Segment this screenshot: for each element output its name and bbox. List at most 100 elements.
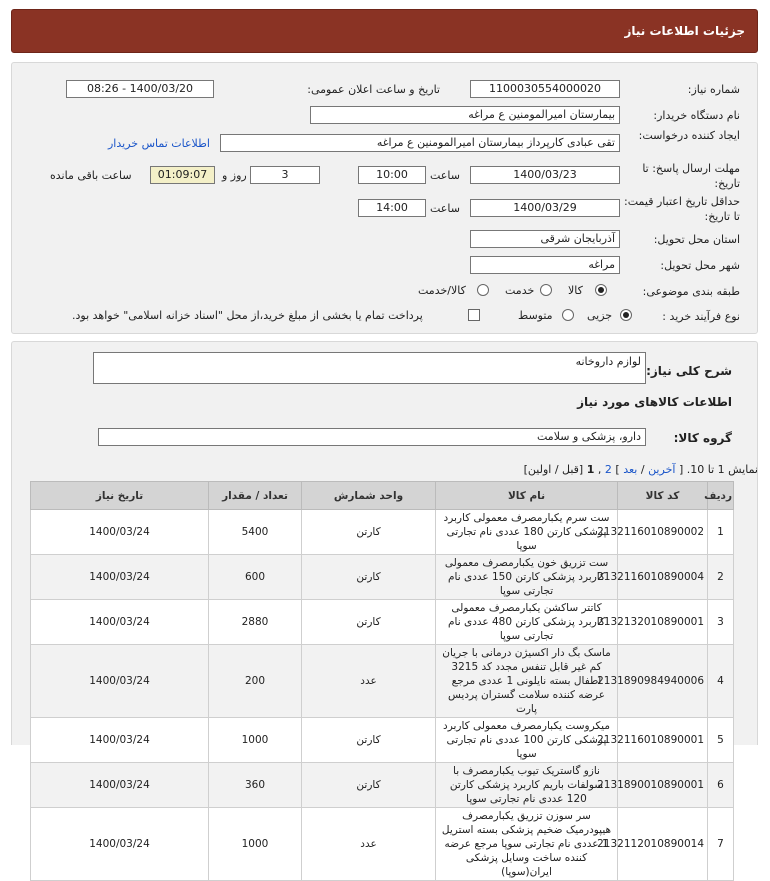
row-unit: عدد [301, 807, 436, 881]
row-name: نازو گاستریک تیوب یکبارمصرف با سولفات با… [435, 762, 618, 808]
header-code: کد کالا [617, 481, 708, 510]
process-label: نوع فرآیند خرید : [662, 310, 740, 323]
row-code: 2132116010890001 [597, 717, 708, 763]
row-qty: 360 [208, 762, 302, 808]
row-name: سر سوزن تزریق یکبارمصرف هیپودرمیک ضخیم پ… [435, 807, 618, 881]
validity-time-label: ساعت [430, 202, 460, 215]
row-unit: کارتن [301, 599, 436, 645]
category-option-goods: کالا [568, 284, 583, 297]
pager-page-2[interactable]: 2 [605, 463, 612, 476]
row-date: 1400/03/24 [30, 762, 209, 808]
table-row[interactable]: 6 2131890010890001 نازو گاستریک تیوب یکب… [30, 762, 734, 808]
goods-group-label: گروه کالا: [673, 431, 732, 445]
need-number-field[interactable]: 1100030554000020 [470, 80, 620, 98]
pager-bracket: ] [615, 463, 620, 476]
category-label: طبقه بندی موضوعی: [642, 285, 740, 298]
row-qty: 600 [208, 554, 302, 600]
pager-next-link[interactable]: بعد [623, 463, 637, 476]
row-unit: کارتن [301, 762, 436, 808]
items-table: ردیف کد کالا نام کالا واحد شمارش تعداد /… [30, 481, 734, 881]
table-row[interactable]: 2 2132116010890004 ست تزریق خون یکبارمصر… [30, 554, 734, 600]
deadline-time-field[interactable]: 10:00 [358, 166, 426, 184]
row-date: 1400/03/24 [30, 509, 209, 555]
creator-label: ایجاد کننده درخواست: [638, 129, 740, 142]
process-radio-minor[interactable] [620, 309, 632, 321]
row-date: 1400/03/24 [30, 599, 209, 645]
contact-buyer-link[interactable]: اطلاعات تماس خریدار [108, 137, 210, 150]
pager-last-link[interactable]: آخرین [648, 463, 675, 476]
row-index: 3 [707, 599, 734, 645]
row-name: کاتتر ساکشن یکبارمصرف معمولی کاربرد پزشک… [435, 599, 618, 645]
page-title-bar: جزئیات اطلاعات نیاز [11, 9, 758, 53]
remaining-timer: 01:09:07 [150, 166, 215, 184]
pager-separator: / [640, 463, 645, 476]
category-option-service: خدمت [505, 284, 535, 297]
process-option-minor: جزیی [587, 309, 613, 322]
goods-group-field[interactable]: دارو، پزشکی و سلامت [98, 428, 646, 446]
validity-time-field[interactable]: 14:00 [358, 199, 426, 217]
header-index: ردیف [704, 481, 734, 510]
row-qty: 5400 [208, 509, 302, 555]
deadline-time-label: ساعت [430, 169, 460, 182]
row-code: 2131890984940006 [597, 644, 708, 718]
table-row[interactable]: 7 2132112010890014 سر سوزن تزریق یکبارمص… [30, 807, 734, 881]
row-qty: 2880 [208, 599, 302, 645]
category-radio-goods-service[interactable] [477, 284, 489, 296]
row-date: 1400/03/24 [30, 644, 209, 718]
row-code: 2132116010890002 [597, 509, 708, 555]
days-label: روز و [222, 169, 247, 182]
table-header-row: ردیف کد کالا نام کالا واحد شمارش تعداد /… [30, 481, 734, 510]
pager-page-1: 1 [586, 463, 595, 476]
buyer-label: نام دستگاه خریدار: [653, 109, 740, 122]
validity-date-field[interactable]: 1400/03/29 [470, 199, 620, 217]
description-field[interactable]: لوازم داروخانه [93, 352, 646, 384]
row-qty: 200 [208, 644, 302, 718]
province-field[interactable]: آذربایجان شرقی [470, 230, 620, 248]
row-date: 1400/03/24 [30, 807, 209, 881]
process-radio-medium[interactable] [562, 309, 574, 321]
row-index: 7 [707, 807, 734, 881]
category-radio-goods[interactable] [595, 284, 607, 296]
row-code: 2132132010890001 [597, 599, 708, 645]
row-code: 2131890010890001 [597, 762, 708, 808]
city-label: شهر محل تحویل: [660, 259, 740, 272]
row-index: 1 [707, 509, 734, 555]
row-date: 1400/03/24 [30, 717, 209, 763]
row-code: 2132112010890014 [597, 807, 708, 881]
pager-comma: , [597, 463, 602, 476]
table-row[interactable]: 1 2132116010890002 ست سرم یکبارمصرف معمو… [30, 509, 734, 555]
treasury-payment-checkbox[interactable] [468, 309, 480, 321]
table-row[interactable]: 4 2131890984940006 ماسک بگ دار اکسیژن در… [30, 644, 734, 718]
row-name: میکروست یکبارمصرف معمولی کاربرد پزشکی کا… [435, 717, 618, 763]
row-name: ست سرم یکبارمصرف معمولی کاربرد پزشکی کار… [435, 509, 618, 555]
announce-field[interactable]: 1400/03/20 - 08:26 [66, 80, 214, 98]
goods-section-title: اطلاعات کالاهای مورد نیاز [577, 395, 732, 409]
city-field[interactable]: مراغه [470, 256, 620, 274]
row-qty: 1000 [208, 717, 302, 763]
row-index: 4 [707, 644, 734, 718]
description-label: شرح کلی نیاز: [646, 364, 732, 378]
pager-suffix: [قبل / اولین] [523, 463, 584, 476]
process-option-medium: متوسط [518, 309, 553, 322]
category-radio-service[interactable] [540, 284, 552, 296]
treasury-payment-text: پرداخت تمام یا بخشی از مبلغ خرید،از محل … [72, 309, 423, 322]
row-index: 6 [707, 762, 734, 808]
deadline-label: مهلت ارسال پاسخ: تا تاریخ: [642, 162, 740, 190]
pager-prefix: نمایش 1 تا 10. [ [678, 463, 758, 476]
buyer-field[interactable]: بیمارستان امیرالمومنین ع مراغه [310, 106, 620, 124]
creator-field[interactable]: تقی عبادی کارپرداز بیمارستان امیرالمومنی… [220, 134, 620, 152]
table-row[interactable]: 3 2132132010890001 کاتتر ساکشن یکبارمصرف… [30, 599, 734, 645]
row-date: 1400/03/24 [30, 554, 209, 600]
row-name: ست تزریق خون یکبارمصرف معمولی کاربرد پزش… [435, 554, 618, 600]
validity-label: حداقل تاریخ اعتبار قیمت: تا تاریخ: [624, 195, 740, 223]
row-unit: کارتن [301, 509, 436, 555]
deadline-date-field[interactable]: 1400/03/23 [470, 166, 620, 184]
row-index: 2 [707, 554, 734, 600]
table-row[interactable]: 5 2132116010890001 میکروست یکبارمصرف معم… [30, 717, 734, 763]
row-name: ماسک بگ دار اکسیژن درمانی با جریان کم غی… [435, 644, 618, 718]
row-code: 2132116010890004 [597, 554, 708, 600]
days-field[interactable]: 3 [250, 166, 320, 184]
row-unit: کارتن [301, 554, 436, 600]
need-number-label: شماره نیاز: [687, 83, 740, 96]
row-index: 5 [707, 717, 734, 763]
